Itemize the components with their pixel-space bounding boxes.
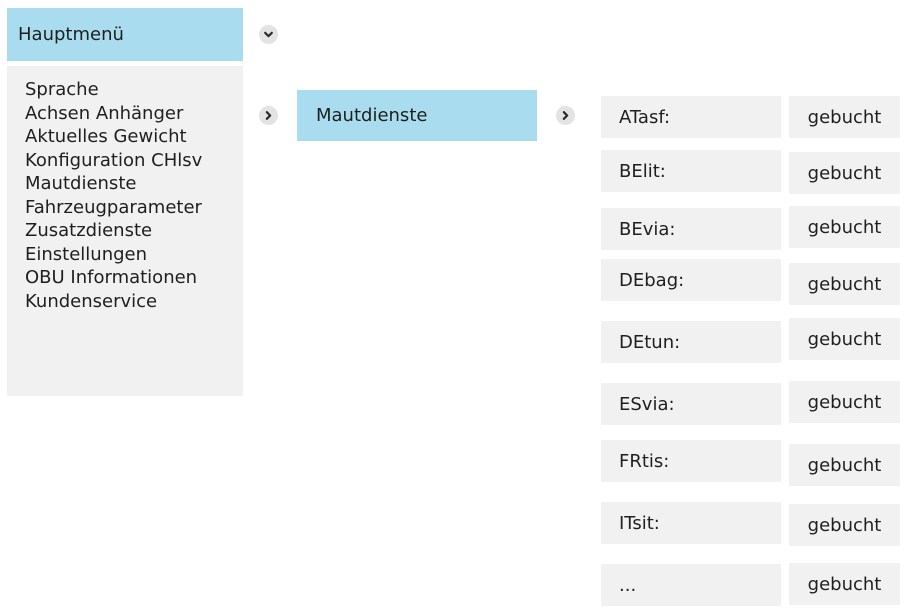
service-name-belit: BElit: [601,150,781,192]
menu-item-aktuelles-gewicht[interactable]: Aktuelles Gewicht [25,125,243,149]
chevron-right-icon[interactable] [259,106,278,125]
menu-item-einstellungen[interactable]: Einstellungen [25,243,243,267]
chevron-down-icon[interactable] [259,25,278,44]
service-status-debag: gebucht [789,263,900,305]
service-status-bevia: gebucht [789,206,900,248]
submenu-title: Mautdienste [316,105,428,126]
service-status-itsit: gebucht [789,504,900,546]
service-name-itsit: ITsit: [601,502,781,544]
menu-item-fahrzeugparameter[interactable]: Fahrzeugparameter [25,196,243,220]
service-status-esvia: gebucht [789,381,900,423]
service-name-debag: DEbag: [601,259,781,301]
service-name-more: ... [601,564,781,606]
main-menu-header[interactable]: Hauptmenü [7,8,243,61]
service-status-atasf: gebucht [789,96,900,138]
service-status-belit: gebucht [789,152,900,194]
service-name-detun: DEtun: [601,321,781,363]
service-name-atasf: ATasf: [601,96,781,138]
menu-item-zusatzdienste[interactable]: Zusatzdienste [25,219,243,243]
menu-item-obu-informationen[interactable]: OBU Informationen [25,266,243,290]
chevron-right-icon[interactable] [556,106,575,125]
service-name-esvia: ESvia: [601,383,781,425]
main-menu-list: Sprache Achsen Anhänger Aktuelles Gewich… [7,66,243,396]
menu-item-mautdienste[interactable]: Mautdienste [25,172,243,196]
service-name-bevia: BEvia: [601,208,781,250]
menu-item-sprache[interactable]: Sprache [25,78,243,102]
menu-item-konfiguration-chlsv[interactable]: Konfiguration CHlsv [25,149,243,173]
menu-item-kundenservice[interactable]: Kundenservice [25,290,243,314]
menu-item-achsen-anhaenger[interactable]: Achsen Anhänger [25,102,243,126]
main-menu-title: Hauptmenü [18,24,124,45]
service-status-more: gebucht [789,563,900,605]
submenu-mautdienste[interactable]: Mautdienste [297,90,537,141]
service-status-detun: gebucht [789,318,900,360]
service-name-frtis: FRtis: [601,440,781,482]
service-status-frtis: gebucht [789,444,900,486]
